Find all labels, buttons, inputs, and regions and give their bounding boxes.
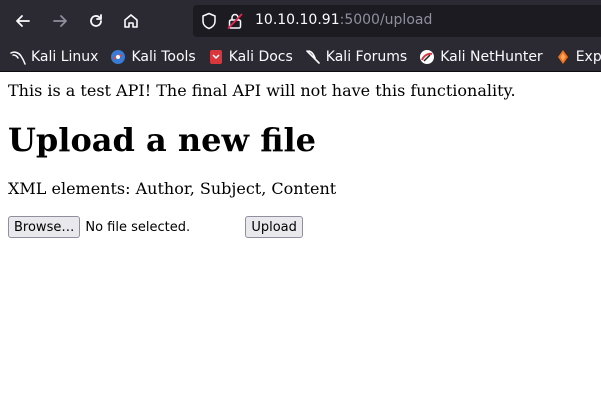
- xml-elements-text: XML elements: Author, Subject, Content: [8, 179, 337, 198]
- bookmark-label: Kali Forums: [325, 48, 408, 65]
- bookmark-kali-nethunter[interactable]: Kali NetHunter: [419, 48, 543, 65]
- browse-button[interactable]: Browse…: [8, 216, 81, 238]
- upload-form: Browse… No file selected. Upload: [8, 216, 593, 238]
- home-icon[interactable]: [120, 10, 142, 32]
- kali-tools-icon: [110, 49, 126, 65]
- bookmark-label: Kali Linux: [31, 48, 99, 65]
- browser-toolbar: 10.10.10.91:5000/upload: [0, 0, 601, 42]
- shield-icon[interactable]: [201, 12, 217, 34]
- nethunter-icon: [419, 49, 435, 65]
- kali-docs-icon: [208, 49, 224, 65]
- url-host: 10.10.10.91: [255, 12, 340, 28]
- bookmark-kali-tools[interactable]: Kali Tools: [110, 48, 196, 65]
- forward-arrow-icon[interactable]: [49, 10, 71, 32]
- upload-button[interactable]: Upload: [245, 216, 303, 238]
- url-text[interactable]: 10.10.10.91:5000/upload: [255, 12, 432, 28]
- bookmarks-toolbar: Kali Linux Kali Tools Kali Docs Kali For…: [0, 42, 601, 72]
- kali-forums-icon: [305, 49, 321, 65]
- bookmark-kali-docs[interactable]: Kali Docs: [208, 49, 293, 65]
- page-content: This is a test API! The final API will n…: [0, 81, 601, 238]
- bookmark-kali-linux[interactable]: Kali Linux: [10, 49, 98, 65]
- bookmark-kali-forums[interactable]: Kali Forums: [305, 49, 407, 65]
- bookmark-label: Kali Tools: [131, 48, 196, 65]
- bookmark-exploit-db[interactable]: Exploit-: [555, 49, 601, 65]
- url-path: :5000/upload: [339, 12, 433, 28]
- address-bar[interactable]: 10.10.10.91:5000/upload: [193, 5, 601, 37]
- bookmark-label: Kali NetHunter: [440, 48, 543, 65]
- insecure-lock-icon[interactable]: [227, 12, 243, 34]
- exploit-db-icon: [555, 49, 571, 65]
- page-title: Upload a new file: [8, 121, 316, 159]
- back-arrow-icon[interactable]: [12, 10, 34, 32]
- reload-icon[interactable]: [85, 10, 107, 32]
- kali-dragon-icon: [10, 49, 26, 65]
- file-status-text: No file selected.: [85, 219, 191, 235]
- bookmark-label: Kali Docs: [228, 48, 293, 65]
- test-api-notice: This is a test API! The final API will n…: [8, 81, 516, 100]
- bookmark-label: Exploit-: [575, 48, 601, 65]
